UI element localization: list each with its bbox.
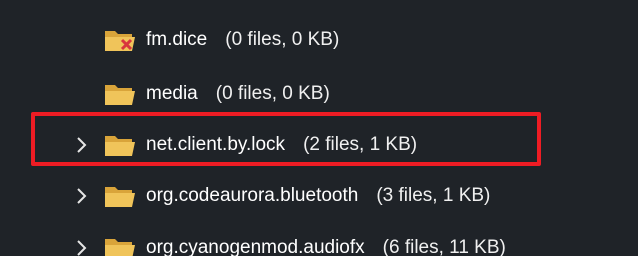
tree-item-label: org.codeaurora.bluetooth (3 files, 1 KB) <box>146 185 490 207</box>
tree-item-org-codeaurora-bluetooth[interactable]: org.codeaurora.bluetooth (3 files, 1 KB) <box>0 176 638 216</box>
item-meta: (0 files, 0 KB) <box>225 29 340 50</box>
tree-item-label: media (0 files, 0 KB) <box>146 83 330 105</box>
item-name: org.codeaurora.bluetooth <box>146 185 359 206</box>
folder-icon <box>104 81 136 107</box>
chevron-right-icon[interactable] <box>72 184 92 208</box>
tree-item-media[interactable]: media (0 files, 0 KB) <box>0 74 638 114</box>
highlight-box <box>31 112 541 166</box>
folder-tree: fm.dice (0 files, 0 KB) media (0 files, 0 … <box>0 0 638 256</box>
item-meta: (0 files, 0 KB) <box>215 83 330 104</box>
tree-item-org-cyanogenmod-audiofx[interactable]: org.cyanogenmod.audiofx (6 files, 11 KB) <box>0 228 638 256</box>
folder-icon <box>104 235 136 256</box>
folder-icon <box>104 183 136 209</box>
item-meta: (6 files, 11 KB) <box>382 237 506 256</box>
item-meta: (3 files, 1 KB) <box>376 185 491 206</box>
item-name: fm.dice <box>146 29 208 50</box>
item-name: media <box>146 83 198 104</box>
tree-item-label: org.cyanogenmod.audiofx (6 files, 11 KB) <box>146 237 506 256</box>
folder-deleted-icon <box>104 27 136 53</box>
item-name: org.cyanogenmod.audiofx <box>146 237 365 256</box>
tree-item-fm-dice[interactable]: fm.dice (0 files, 0 KB) <box>0 20 638 60</box>
chevron-right-icon[interactable] <box>72 236 92 256</box>
tree-item-label: fm.dice (0 files, 0 KB) <box>146 29 339 51</box>
